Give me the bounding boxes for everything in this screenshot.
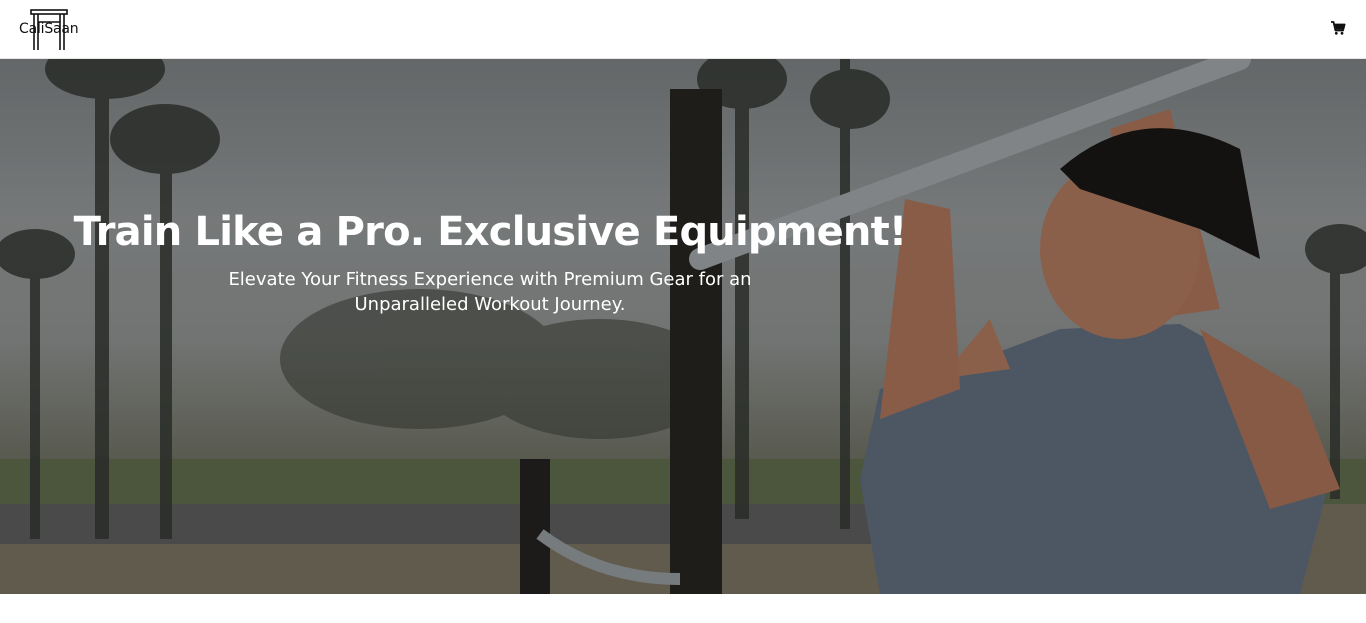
hero-title: Train Like a Pro. Exclusive Equipment! <box>73 209 908 255</box>
shopping-cart-icon <box>1331 21 1346 35</box>
site-header: CaliSaan <box>0 0 1366 59</box>
hero-subtitle: Elevate Your Fitness Experience with Pre… <box>228 269 752 315</box>
page-bottom-spacer <box>0 594 1366 623</box>
hero-dark-overlay <box>0 59 1366 594</box>
hero-banner: Train Like a Pro. Exclusive Equipment! E… <box>0 59 1366 594</box>
logo-link[interactable]: CaliSaan <box>18 8 82 52</box>
logo-text: CaliSaan <box>19 21 79 37</box>
cart-button[interactable] <box>1330 20 1346 36</box>
